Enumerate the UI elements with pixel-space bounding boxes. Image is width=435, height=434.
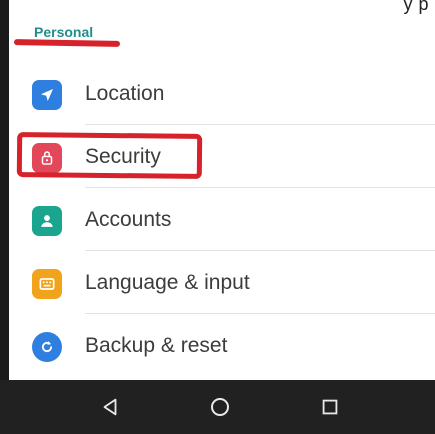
keyboard-icon bbox=[32, 269, 62, 299]
top-cropped-text: y p bbox=[403, 0, 429, 14]
settings-item-label: Location bbox=[85, 82, 165, 105]
settings-item-label: Security bbox=[85, 145, 161, 168]
account-icon bbox=[32, 206, 62, 236]
settings-item-label: Language & input bbox=[85, 271, 250, 294]
section-header-personal: Personal bbox=[34, 24, 94, 40]
settings-item-label: Accounts bbox=[85, 208, 172, 231]
annotation-underline bbox=[13, 39, 121, 47]
location-arrow-icon bbox=[32, 80, 62, 110]
back-button[interactable] bbox=[70, 380, 150, 434]
settings-item-location[interactable]: Location bbox=[9, 62, 435, 125]
left-edge-bar bbox=[0, 0, 9, 380]
settings-list: Location Security Accounts Language & in… bbox=[9, 62, 435, 377]
back-icon bbox=[103, 398, 117, 416]
recents-icon bbox=[322, 399, 338, 415]
home-button[interactable] bbox=[180, 380, 260, 434]
settings-item-accounts[interactable]: Accounts bbox=[9, 188, 435, 251]
settings-item-label: Backup & reset bbox=[85, 334, 228, 357]
navigation-bar bbox=[0, 380, 435, 434]
settings-item-language-input[interactable]: Language & input bbox=[9, 251, 435, 314]
settings-item-backup-reset[interactable]: Backup & reset bbox=[9, 314, 435, 377]
home-icon bbox=[211, 398, 229, 416]
backup-restore-icon bbox=[32, 332, 62, 362]
recents-button[interactable] bbox=[290, 380, 370, 434]
settings-screen: y p Personal Location Security Accounts … bbox=[0, 0, 435, 434]
settings-item-security[interactable]: Security bbox=[9, 125, 435, 188]
lock-icon bbox=[32, 143, 62, 173]
